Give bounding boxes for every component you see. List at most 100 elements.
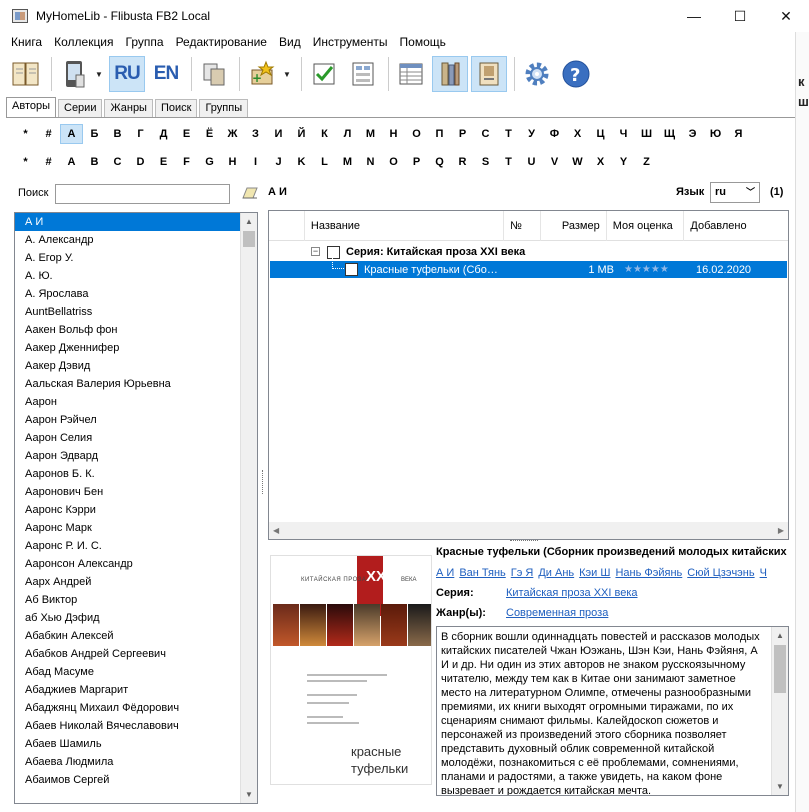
- alphabet-letter[interactable]: Х: [566, 124, 589, 144]
- author-link[interactable]: Сюй Цзэчэнь: [687, 567, 754, 579]
- copy-icon[interactable]: [196, 56, 232, 92]
- alphabet-letter[interactable]: О: [405, 124, 428, 144]
- alphabet-letter[interactable]: Е: [175, 124, 198, 144]
- author-list-item[interactable]: Абабкин Алексей: [15, 627, 241, 645]
- author-link[interactable]: А И: [436, 567, 454, 579]
- alphabet-letter[interactable]: С: [474, 124, 497, 144]
- collapse-icon[interactable]: −: [311, 247, 320, 256]
- alphabet-letter[interactable]: Щ: [658, 124, 681, 144]
- alphabet-letter[interactable]: Ж: [221, 124, 244, 144]
- alphabet-letter[interactable]: Л: [336, 124, 359, 144]
- alphabet-letter[interactable]: Y: [612, 152, 635, 172]
- lang-en-button[interactable]: EN: [148, 56, 184, 92]
- author-list-item[interactable]: Ааронс Марк: [15, 519, 241, 537]
- alphabet-letter[interactable]: #: [37, 124, 60, 144]
- horizontal-splitter[interactable]: [510, 540, 538, 543]
- author-list-item[interactable]: Аб Виктор: [15, 591, 241, 609]
- alphabet-letter[interactable]: W: [566, 152, 589, 172]
- maximize-button[interactable]: ☐: [717, 0, 763, 32]
- alphabet-letter[interactable]: Я: [727, 124, 750, 144]
- alphabet-letter[interactable]: N: [359, 152, 382, 172]
- alphabet-letter[interactable]: S: [474, 152, 497, 172]
- language-select[interactable]: ru ﹀: [710, 182, 760, 203]
- book-rating[interactable]: ★★★★★: [624, 264, 694, 275]
- menu-tools[interactable]: Инструменты: [307, 35, 394, 49]
- author-link[interactable]: Ван Тянь: [459, 567, 505, 579]
- column-added[interactable]: Добавлено: [684, 211, 788, 241]
- author-list-item[interactable]: аб Хью Дэфид: [15, 609, 241, 627]
- alphabet-letter[interactable]: O: [382, 152, 405, 172]
- menu-edit[interactable]: Редактирование: [170, 35, 273, 49]
- alphabet-letter[interactable]: В: [106, 124, 129, 144]
- alphabet-letter[interactable]: V: [543, 152, 566, 172]
- author-list-item[interactable]: Аакер Дэвид: [15, 357, 241, 375]
- alphabet-letter[interactable]: P: [405, 152, 428, 172]
- author-list-item[interactable]: AuntBellatriss: [15, 303, 241, 321]
- author-list-item[interactable]: Аарон: [15, 393, 241, 411]
- column-title[interactable]: Название: [305, 211, 505, 241]
- genre-link[interactable]: Современная проза: [506, 607, 608, 619]
- alphabet-letter[interactable]: X: [589, 152, 612, 172]
- tab-authors[interactable]: Авторы: [6, 97, 56, 117]
- author-list-item[interactable]: Аакер Дженнифер: [15, 339, 241, 357]
- alphabet-letter[interactable]: А: [60, 124, 83, 144]
- minimize-button[interactable]: —: [671, 0, 717, 32]
- alphabet-letter[interactable]: I: [244, 152, 267, 172]
- alphabet-letter[interactable]: Д: [152, 124, 175, 144]
- book-row[interactable]: Красные туфельки (Сбо… 1 MB ★★★★★ 16.02.…: [270, 253, 787, 278]
- menu-view[interactable]: Вид: [273, 35, 307, 49]
- alphabet-letter[interactable]: Ё: [198, 124, 221, 144]
- alphabet-letter[interactable]: Т: [497, 124, 520, 144]
- alphabet-letter[interactable]: *: [14, 152, 37, 172]
- author-link[interactable]: Ди Ань: [538, 567, 574, 579]
- author-list-item[interactable]: Абаев Николай Вячеславович: [15, 717, 241, 735]
- columns-icon[interactable]: [345, 56, 381, 92]
- alphabet-letter[interactable]: A: [60, 152, 83, 172]
- alphabet-letter[interactable]: K: [290, 152, 313, 172]
- author-list-item[interactable]: Абад Масуме: [15, 663, 241, 681]
- scroll-up-icon[interactable]: ▲: [241, 213, 257, 230]
- author-list-item[interactable]: Ааронс Кэрри: [15, 501, 241, 519]
- series-row[interactable]: Серия: Китайская проза XXI века: [327, 243, 525, 261]
- alphabet-letter[interactable]: Э: [681, 124, 704, 144]
- author-list[interactable]: А И А. Александр А. Егор У. А. Ю. А. Ярослав…: [14, 212, 258, 804]
- alphabet-letter[interactable]: З: [244, 124, 267, 144]
- eraser-icon[interactable]: [242, 187, 258, 199]
- alphabet-letter[interactable]: R: [451, 152, 474, 172]
- alphabet-letter[interactable]: Ф: [543, 124, 566, 144]
- alphabet-letter[interactable]: H: [221, 152, 244, 172]
- author-list-item[interactable]: Абаев Шамиль: [15, 735, 241, 753]
- alphabet-letter[interactable]: J: [267, 152, 290, 172]
- tab-groups[interactable]: Группы: [199, 99, 249, 117]
- alphabet-letter[interactable]: Й: [290, 124, 313, 144]
- author-list-item[interactable]: Ааронс Р. И. С.: [15, 537, 241, 555]
- author-list-item[interactable]: Аакен Вольф фон: [15, 321, 241, 339]
- alphabet-letter[interactable]: B: [83, 152, 106, 172]
- tab-series[interactable]: Серии: [58, 99, 103, 117]
- alphabet-letter[interactable]: U: [520, 152, 543, 172]
- series-link[interactable]: Китайская проза XXI века: [506, 587, 638, 599]
- alphabet-letter[interactable]: G: [198, 152, 221, 172]
- author-list-item[interactable]: А. Ю.: [15, 267, 241, 285]
- scroll-thumb[interactable]: [774, 645, 786, 693]
- table-view-icon[interactable]: [393, 56, 429, 92]
- author-list-item[interactable]: Абаджянц Михаил Фёдорович: [15, 699, 241, 717]
- alphabet-letter[interactable]: Q: [428, 152, 451, 172]
- author-link[interactable]: Кэи Ш: [579, 567, 610, 579]
- alphabet-letter[interactable]: Р: [451, 124, 474, 144]
- column-number[interactable]: №: [504, 211, 541, 241]
- author-list-item[interactable]: А. Егор У.: [15, 249, 241, 267]
- alphabet-letter[interactable]: D: [129, 152, 152, 172]
- alphabet-letter[interactable]: М: [359, 124, 382, 144]
- menu-help[interactable]: Помощь: [394, 35, 452, 49]
- books-tree[interactable]: Название № Размер Моя оценка Добавлено −…: [268, 210, 789, 540]
- checklist-icon[interactable]: [306, 56, 342, 92]
- alphabet-letter[interactable]: E: [152, 152, 175, 172]
- author-list-item[interactable]: А. Ярослава: [15, 285, 241, 303]
- alphabet-letter[interactable]: C: [106, 152, 129, 172]
- author-list-item[interactable]: Аарон Эдвард: [15, 447, 241, 465]
- alphabet-letter[interactable]: #: [37, 152, 60, 172]
- author-list-item[interactable]: Ааронсон Александр: [15, 555, 241, 573]
- author-link[interactable]: Ч: [760, 567, 767, 579]
- alphabet-letter[interactable]: Б: [83, 124, 106, 144]
